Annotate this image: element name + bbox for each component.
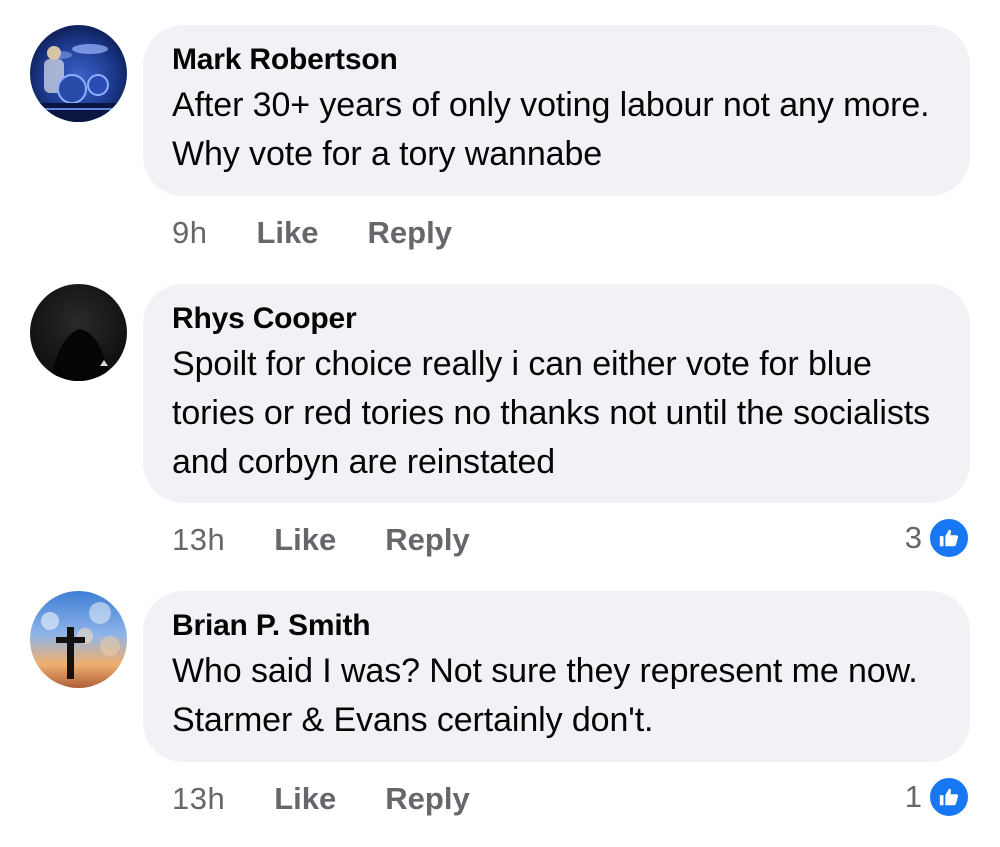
comment-bubble: Brian P. Smith Who said I was? Not sure … [143, 591, 970, 762]
reply-button[interactable]: Reply [385, 522, 469, 558]
avatar[interactable] [30, 25, 127, 122]
reply-button[interactable]: Reply [385, 781, 469, 817]
reaction-count: 1 [904, 779, 922, 814]
comment-actions: 13h Like Reply [172, 520, 470, 560]
comment-actions: 9h Like Reply [172, 213, 452, 253]
drummer-photo-avatar [30, 25, 127, 122]
comment-text: After 30+ years of only voting labour no… [172, 86, 930, 173]
thumbs-up-icon [928, 517, 970, 559]
comment-author[interactable]: Rhys Cooper [172, 302, 942, 336]
reply-button[interactable]: Reply [368, 215, 452, 251]
cross-sunset-avatar [30, 591, 127, 688]
comment-timestamp[interactable]: 13h [172, 781, 225, 817]
comment-bubble: Rhys Cooper Spoilt for choice really i c… [143, 284, 970, 503]
avatar[interactable] [30, 591, 127, 688]
comment-author[interactable]: Mark Robertson [172, 43, 942, 77]
comment-author[interactable]: Brian P. Smith [172, 609, 942, 643]
comment-timestamp[interactable]: 13h [172, 522, 225, 558]
thumbs-up-icon [928, 776, 970, 818]
dark-photo-avatar [30, 284, 127, 381]
comment-bubble: Mark Robertson After 30+ years of only v… [143, 25, 970, 196]
like-button[interactable]: Like [274, 522, 336, 558]
like-button[interactable]: Like [274, 781, 336, 817]
reaction-summary[interactable]: 3 [904, 517, 970, 559]
comment-actions: 13h Like Reply [172, 779, 470, 819]
reaction-summary[interactable]: 1 [904, 776, 970, 818]
reaction-count: 3 [904, 520, 922, 555]
avatar[interactable] [30, 284, 127, 381]
like-button[interactable]: Like [256, 215, 318, 251]
comment-text: Spoilt for choice really i can either vo… [172, 345, 930, 481]
comment-timestamp[interactable]: 9h [172, 215, 207, 251]
comment-text: Who said I was? Not sure they represent … [172, 652, 918, 739]
